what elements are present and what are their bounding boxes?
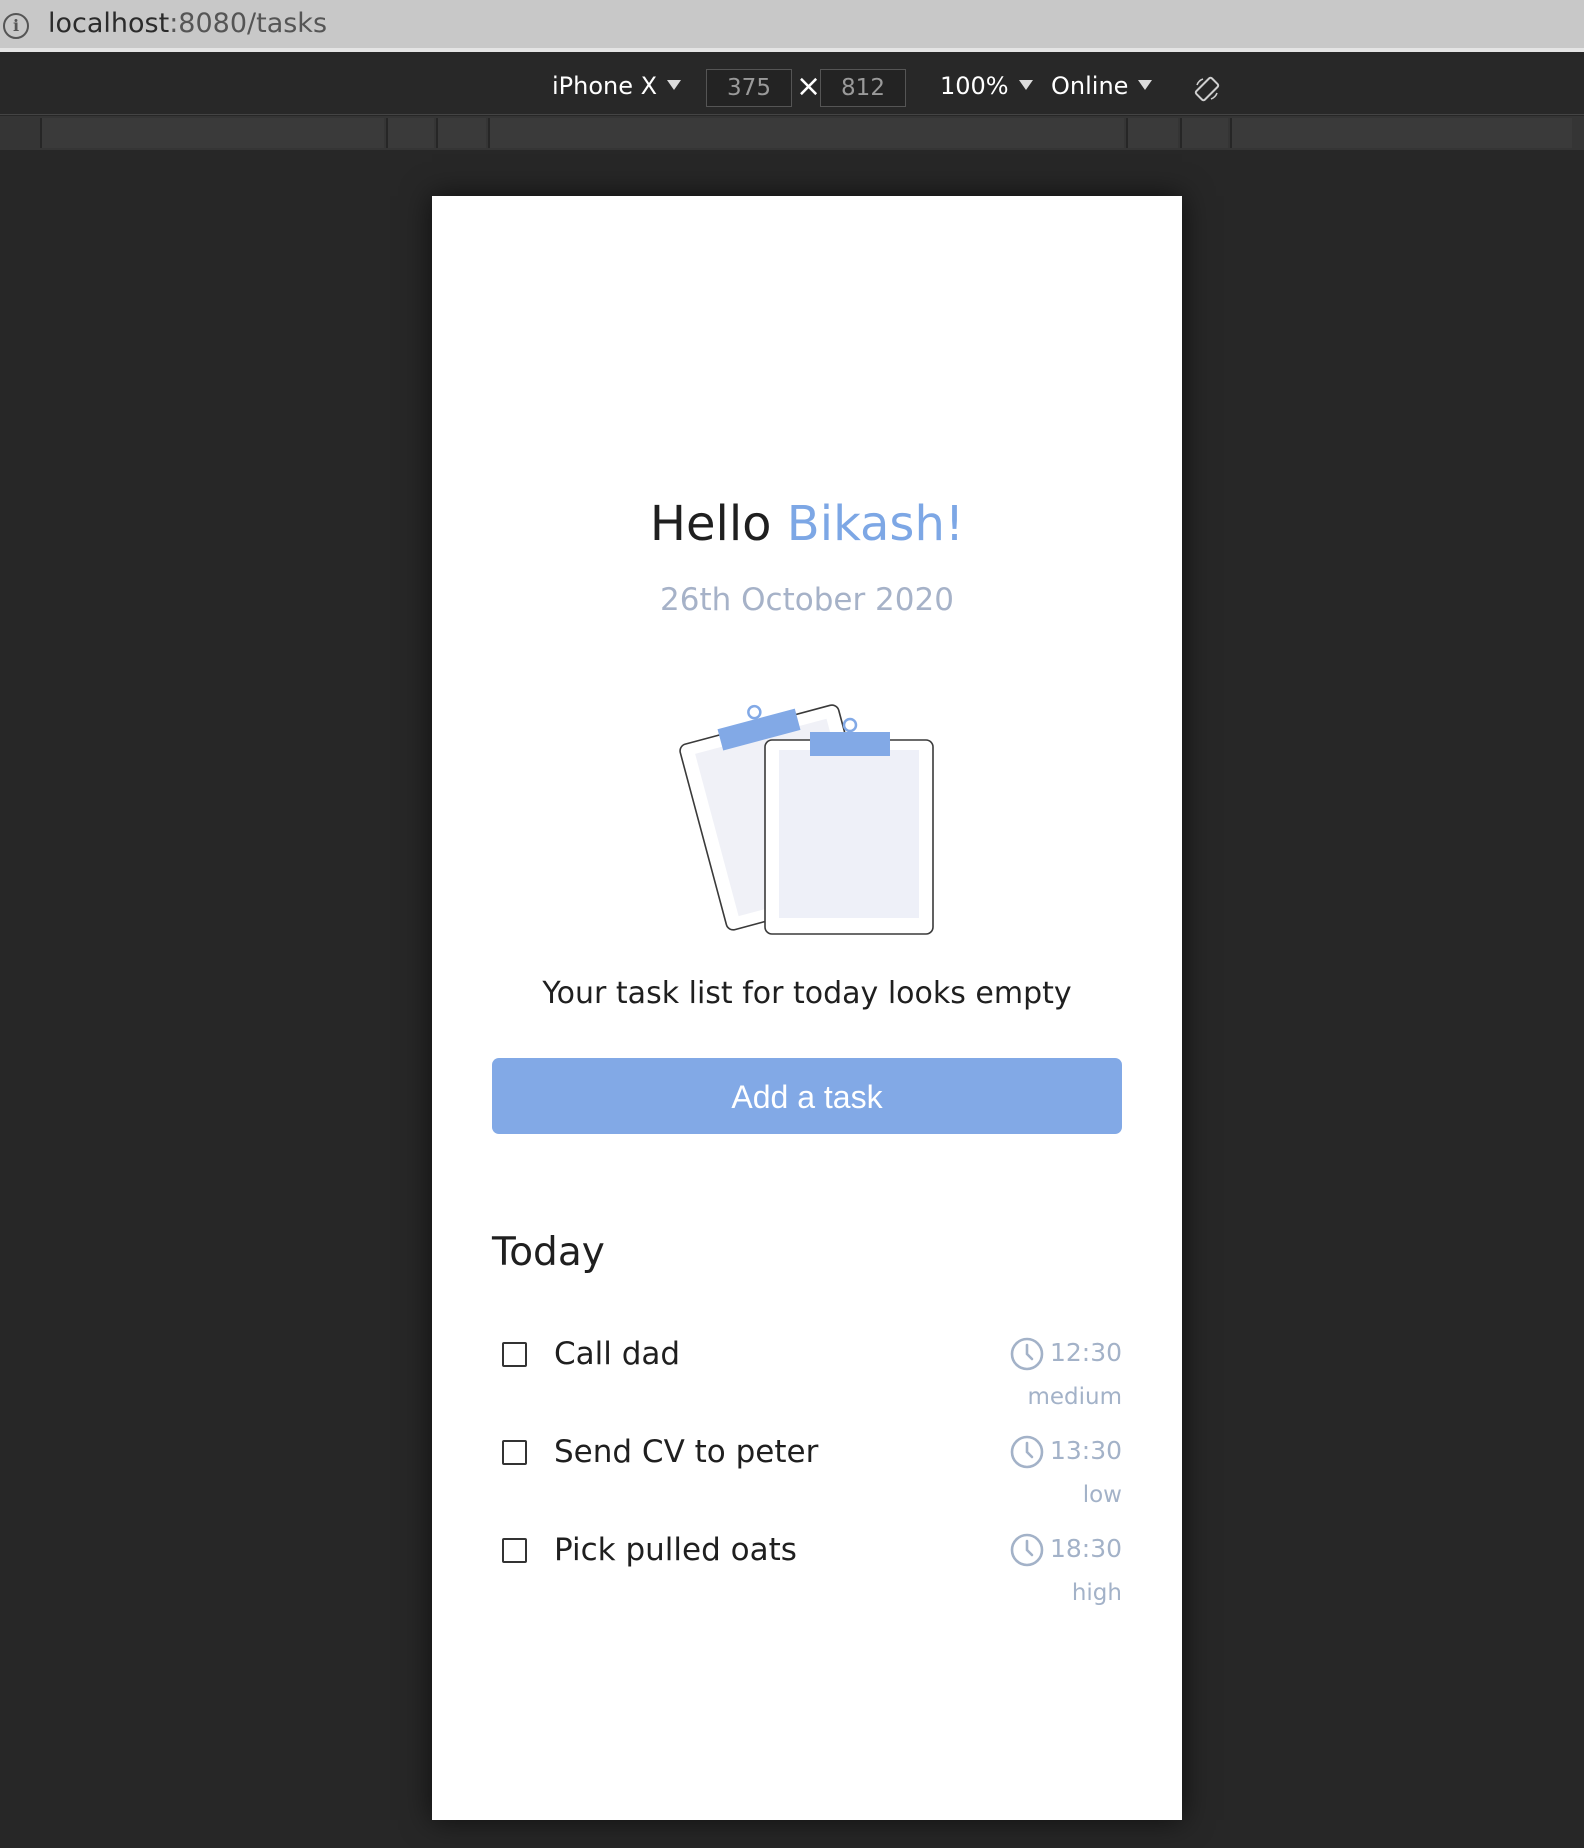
task-checkbox[interactable] <box>502 1538 527 1563</box>
add-task-button[interactable]: Add a task <box>492 1058 1122 1134</box>
device-toolbar: iPhone X 375 × 812 100% Online <box>0 57 1584 115</box>
clock-icon <box>1010 1337 1044 1371</box>
media-query-segment[interactable] <box>1126 118 1178 148</box>
clock-icon <box>1010 1435 1044 1469</box>
task-time: 13:30 <box>1049 1436 1122 1465</box>
task-checkbox[interactable] <box>502 1440 527 1465</box>
info-icon[interactable]: i <box>3 13 29 39</box>
media-query-segment[interactable] <box>488 118 1124 148</box>
current-date: 26th October 2020 <box>660 582 954 618</box>
task-time: 18:30 <box>1049 1534 1122 1563</box>
height-input[interactable]: 812 <box>820 69 906 107</box>
clipboard-illustration <box>679 704 934 935</box>
task-checkbox[interactable] <box>502 1342 527 1367</box>
url-text[interactable]: localhost:8080/tasks <box>48 8 327 40</box>
greeting-heading: Hello Bikash! <box>432 492 1182 556</box>
task-priority: medium <box>1027 1384 1122 1410</box>
empty-state-message: Your task list for today looks empty <box>542 976 1072 1011</box>
zoom-select[interactable]: 100% <box>940 57 1033 115</box>
chevron-down-icon <box>1138 80 1153 90</box>
times-icon: × <box>796 69 822 104</box>
width-input[interactable]: 375 <box>706 69 792 107</box>
media-query-segment[interactable] <box>40 118 384 148</box>
media-query-segment[interactable] <box>1230 118 1572 148</box>
zoom-label: 100% <box>940 72 1009 100</box>
task-title: Pick pulled oats <box>554 1532 797 1568</box>
greeting-prefix: Hello <box>649 496 787 552</box>
phone-viewport: Hello Bikash! 26th October 2020 Your tas… <box>432 196 1182 1820</box>
device-select[interactable]: iPhone X <box>552 57 682 115</box>
network-select[interactable]: Online <box>1051 57 1153 115</box>
media-query-segment[interactable] <box>1180 118 1228 148</box>
section-title-today: Today <box>492 1230 605 1275</box>
task-title: Send CV to peter <box>554 1434 819 1470</box>
url-host: localhost <box>48 8 170 39</box>
task-priority: high <box>1071 1580 1122 1606</box>
media-query-segment[interactable] <box>436 118 486 148</box>
task-time: 12:30 <box>1049 1338 1122 1367</box>
media-query-segment[interactable] <box>386 118 434 148</box>
rotate-icon[interactable] <box>1194 76 1220 102</box>
chevron-down-icon <box>667 80 682 90</box>
address-bar[interactable]: i localhost:8080/tasks <box>0 0 1584 52</box>
task-title: Call dad <box>554 1336 681 1372</box>
media-query-bar <box>0 116 1584 150</box>
user-name: Bikash! <box>786 496 965 552</box>
chevron-down-icon <box>1018 80 1033 90</box>
clock-icon <box>1010 1533 1044 1567</box>
device-label: iPhone X <box>552 72 658 100</box>
network-label: Online <box>1051 72 1129 100</box>
task-item[interactable]: Send CV to peter 13:30 low <box>492 1420 1122 1518</box>
url-path: :8080/tasks <box>169 8 328 39</box>
task-item[interactable]: Call dad 12:30 medium <box>492 1322 1122 1420</box>
task-item[interactable]: Pick pulled oats 18:30 high <box>492 1518 1122 1616</box>
task-priority: low <box>1082 1482 1122 1508</box>
